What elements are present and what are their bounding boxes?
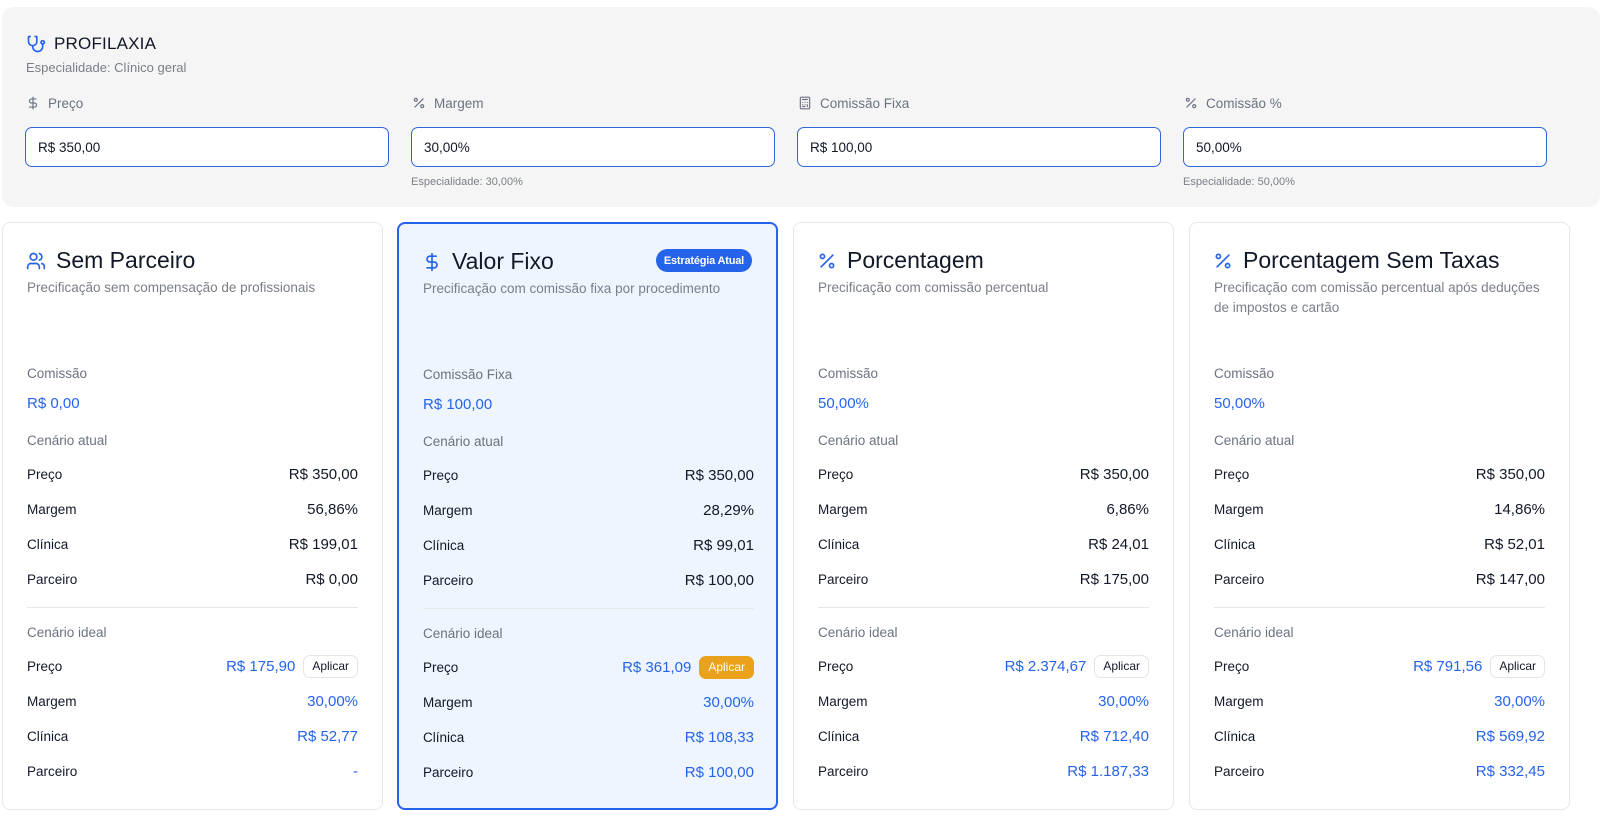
apply-button[interactable]: Aplicar	[303, 654, 358, 678]
price-field-label: Preço	[48, 95, 84, 111]
margin-field-label: Margem	[434, 95, 484, 111]
procedure-specialty: Especialidade: Clínico geral	[26, 60, 187, 75]
stethoscope-icon	[26, 34, 46, 54]
ideal-margin-row: Margem 30,00%	[27, 692, 358, 710]
current-price-row: Preço R$ 350,00	[423, 466, 754, 484]
current-clinic-row: Clínica R$ 99,01	[423, 536, 754, 554]
current-strategy-badge: Estratégia Atual	[655, 249, 752, 272]
current-partner-row: Parceiro R$ 147,00	[1214, 570, 1545, 588]
fixed-commission-field-label: Comissão Fixa	[820, 95, 910, 111]
ideal-partner-row: Parceiro R$ 332,45	[1214, 762, 1545, 780]
price-hint	[25, 176, 389, 190]
apply-button[interactable]: Aplicar	[699, 655, 754, 679]
apply-button[interactable]: Aplicar	[1094, 654, 1149, 678]
current-clinic-row: Clínica R$ 52,01	[1214, 535, 1545, 553]
card-title: Porcentagem	[847, 247, 984, 273]
ideal-price-row: Preço R$ 361,09 Aplicar	[423, 655, 754, 679]
divider	[27, 607, 358, 608]
commission-label: Comissão	[1214, 366, 1275, 381]
percent-icon	[817, 251, 837, 271]
ideal-margin-row: Margem 30,00%	[818, 692, 1149, 710]
commission-value: 50,00%	[1214, 395, 1265, 412]
commission-label: Comissão	[818, 366, 879, 381]
users-icon	[26, 251, 46, 271]
current-scenario-label: Cenário atual	[423, 434, 504, 449]
margin-hint: Especialidade: 30,00%	[411, 176, 523, 188]
apply-button[interactable]: Aplicar	[1490, 654, 1545, 678]
card-title: Porcentagem Sem Taxas	[1243, 247, 1500, 273]
dollar-icon	[26, 96, 40, 110]
ideal-clinic-row: Clínica R$ 712,40	[818, 727, 1149, 745]
percent-commission-hint: Especialidade: 50,00%	[1183, 176, 1295, 188]
calculator-icon	[798, 96, 812, 110]
ideal-partner-row: Parceiro R$ 1.187,33	[818, 762, 1149, 780]
percent-icon	[412, 96, 426, 110]
procedure-name: PROFILAXIA	[54, 34, 157, 53]
current-margin-row: Margem 6,86%	[818, 500, 1149, 518]
current-price-row: Preço R$ 350,00	[27, 465, 358, 483]
procedure-panel: PROFILAXIA Especialidade: Clínico geral …	[2, 7, 1600, 207]
procedure-header: PROFILAXIA	[26, 34, 156, 54]
percent-icon	[1213, 251, 1233, 271]
current-partner-row: Parceiro R$ 100,00	[423, 571, 754, 589]
commission-label: Comissão Fixa	[423, 367, 513, 382]
card-title: Valor Fixo	[452, 248, 554, 274]
strategy-card-porcentagem[interactable]: Porcentagem Precificação com comissão pe…	[793, 222, 1174, 810]
ideal-scenario-label: Cenário ideal	[27, 625, 107, 640]
ideal-price-row: Preço R$ 2.374,67 Aplicar	[818, 654, 1149, 678]
current-margin-row: Margem 14,86%	[1214, 500, 1545, 518]
current-scenario-label: Cenário atual	[1214, 433, 1295, 448]
margin-field: Margem 30,00% Especialidade: 30,00%	[411, 95, 775, 190]
ideal-partner-row: Parceiro R$ 100,00	[423, 763, 754, 781]
fixed-commission-hint	[797, 176, 1161, 190]
card-description: Precificação sem compensação de profissi…	[27, 280, 316, 295]
current-partner-row: Parceiro R$ 175,00	[818, 570, 1149, 588]
ideal-scenario-label: Cenário ideal	[423, 626, 503, 641]
commission-value: R$ 0,00	[27, 395, 80, 412]
percent-commission-input[interactable]: 50,00%	[1183, 127, 1547, 167]
ideal-clinic-row: Clínica R$ 108,33	[423, 728, 754, 746]
ideal-margin-row: Margem 30,00%	[1214, 692, 1545, 710]
current-scenario-label: Cenário atual	[818, 433, 899, 448]
ideal-scenario-label: Cenário ideal	[1214, 625, 1294, 640]
current-clinic-row: Clínica R$ 24,01	[818, 535, 1149, 553]
card-description: Precificação com comissão percentual	[818, 280, 1049, 295]
card-description: Precificação com comissão percentual apó…	[1214, 280, 1540, 315]
price-input[interactable]: R$ 350,00	[25, 127, 389, 167]
ideal-clinic-row: Clínica R$ 52,77	[27, 727, 358, 745]
card-title: Sem Parceiro	[56, 247, 196, 273]
ideal-clinic-row: Clínica R$ 569,92	[1214, 727, 1545, 745]
card-description: Precificação com comissão fixa por proce…	[423, 281, 721, 296]
ideal-partner-row: Parceiro -	[27, 762, 358, 780]
current-partner-row: Parceiro R$ 0,00	[27, 570, 358, 588]
current-price-row: Preço R$ 350,00	[818, 465, 1149, 483]
commission-value: R$ 100,00	[423, 396, 493, 413]
current-price-row: Preço R$ 350,00	[1214, 465, 1545, 483]
percent-icon	[1184, 96, 1198, 110]
divider	[423, 608, 754, 609]
ideal-price-row: Preço R$ 175,90 Aplicar	[27, 654, 358, 678]
commission-value: 50,00%	[818, 395, 869, 412]
fixed-commission-field: Comissão Fixa R$ 100,00	[797, 95, 1161, 190]
ideal-price-row: Preço R$ 791,56 Aplicar	[1214, 654, 1545, 678]
percent-commission-field: Comissão % 50,00% Especialidade: 50,00%	[1183, 95, 1547, 190]
strategy-card-porcentagem-sem-taxas[interactable]: Porcentagem Sem Taxas Precificação com c…	[1189, 222, 1570, 810]
divider	[818, 607, 1149, 608]
current-scenario-label: Cenário atual	[27, 433, 108, 448]
price-field: Preço R$ 350,00	[25, 95, 389, 190]
strategy-card-sem-parceiro[interactable]: Sem Parceiro Precificação sem compensaçã…	[2, 222, 383, 810]
dollar-icon	[422, 252, 442, 272]
fixed-commission-input[interactable]: R$ 100,00	[797, 127, 1161, 167]
commission-label: Comissão	[27, 366, 88, 381]
ideal-margin-row: Margem 30,00%	[423, 693, 754, 711]
strategy-card-valor-fixo[interactable]: Valor Fixo Estratégia Atual Precificação…	[397, 222, 778, 810]
current-margin-row: Margem 28,29%	[423, 501, 754, 519]
current-clinic-row: Clínica R$ 199,01	[27, 535, 358, 553]
margin-input[interactable]: 30,00%	[411, 127, 775, 167]
ideal-scenario-label: Cenário ideal	[818, 625, 898, 640]
percent-commission-field-label: Comissão %	[1206, 95, 1282, 111]
current-margin-row: Margem 56,86%	[27, 500, 358, 518]
divider	[1214, 607, 1545, 608]
